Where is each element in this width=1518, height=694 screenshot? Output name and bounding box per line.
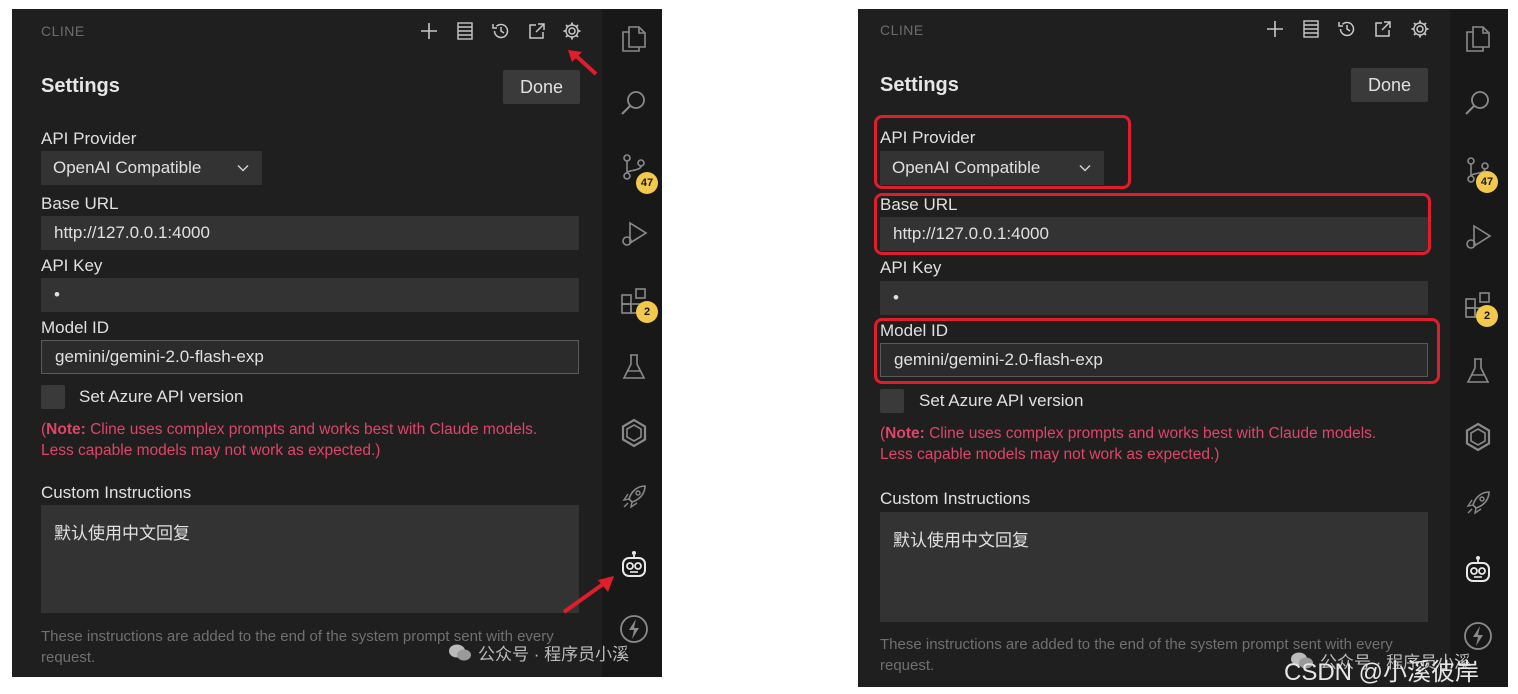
- annotation-arrow-icon: [568, 50, 598, 76]
- custom-instructions-textarea[interactable]: 默认使用中文回复: [880, 512, 1428, 622]
- wechat-icon: [449, 644, 471, 660]
- plus-icon[interactable]: [1264, 18, 1286, 40]
- run-debug-icon[interactable]: [1462, 221, 1494, 253]
- cline-title: CLINE: [880, 22, 924, 38]
- model-id-label: Model ID: [41, 318, 110, 337]
- cline-robot-icon[interactable]: [618, 549, 650, 581]
- search-icon[interactable]: [618, 87, 650, 119]
- activity-bar: 47 2: [1450, 9, 1508, 687]
- rocket-icon[interactable]: [1462, 487, 1494, 519]
- openai-icon[interactable]: [618, 417, 650, 449]
- highlight-api-provider: [874, 115, 1131, 189]
- cline-toolbar: CLINE: [858, 9, 1448, 53]
- api-key-input[interactable]: •: [880, 281, 1428, 315]
- cline-title: CLINE: [41, 23, 85, 39]
- history-icon[interactable]: [1336, 18, 1358, 40]
- chevron-down-icon: [237, 164, 249, 172]
- source-control-badge: 47: [1476, 171, 1498, 193]
- explorer-icon[interactable]: [618, 23, 650, 55]
- cline-toolbar: CLINE: [12, 9, 602, 53]
- api-key-label: API Key: [880, 258, 942, 277]
- search-icon[interactable]: [1462, 87, 1494, 119]
- note-text: (Note: Cline uses complex prompts and wo…: [41, 421, 538, 459]
- open-external-icon[interactable]: [1372, 18, 1394, 40]
- rocket-icon[interactable]: [618, 481, 650, 513]
- api-key-label: API Key: [41, 256, 103, 275]
- azure-api-label: Set Azure API version: [919, 391, 1084, 410]
- history-list-icon[interactable]: [454, 20, 476, 42]
- history-list-icon[interactable]: [1300, 18, 1322, 40]
- settings-title: Settings: [41, 75, 120, 97]
- openai-icon[interactable]: [1462, 421, 1494, 453]
- highlight-model-id: [874, 318, 1440, 384]
- azure-api-checkbox[interactable]: [41, 385, 65, 409]
- custom-instructions-label: Custom Instructions: [41, 483, 192, 502]
- model-id-input[interactable]: gemini/gemini-2.0-flash-exp: [41, 340, 579, 374]
- source-control-badge: 47: [636, 172, 658, 194]
- highlight-base-url: [874, 193, 1431, 255]
- watermark-left: 公众号 · 程序员小溪: [448, 640, 629, 665]
- settings-view: CLINE Settings Done API Provider OpenAI …: [12, 9, 602, 677]
- explorer-icon[interactable]: [1462, 23, 1494, 55]
- run-debug-icon[interactable]: [618, 218, 650, 250]
- done-button[interactable]: Done: [1351, 68, 1428, 102]
- azure-api-label: Set Azure API version: [79, 387, 244, 406]
- base-url-label: Base URL: [41, 194, 119, 213]
- api-provider-select[interactable]: OpenAI Compatible: [41, 151, 262, 185]
- azure-api-checkbox[interactable]: [880, 389, 904, 413]
- cline-robot-icon[interactable]: [1462, 554, 1494, 586]
- annotation-arrow-icon: [562, 576, 614, 614]
- gear-icon[interactable]: [1409, 18, 1431, 40]
- base-url-input[interactable]: http://127.0.0.1:4000: [41, 216, 579, 250]
- api-key-input[interactable]: •: [41, 278, 579, 312]
- custom-instructions-textarea[interactable]: 默认使用中文回复: [41, 505, 579, 613]
- testing-icon[interactable]: [618, 351, 650, 383]
- api-provider-value: OpenAI Compatible: [53, 158, 202, 177]
- api-provider-label: API Provider: [41, 129, 137, 148]
- testing-icon[interactable]: [1462, 355, 1494, 387]
- gear-icon[interactable]: [561, 20, 583, 42]
- custom-instructions-label: Custom Instructions: [880, 489, 1031, 508]
- note-text: (Note: Cline uses complex prompts and wo…: [880, 425, 1377, 463]
- extensions-badge: 2: [1476, 305, 1498, 327]
- history-icon[interactable]: [490, 20, 512, 42]
- watermark-right-csdn: CSDN @小溪彼岸: [1284, 659, 1480, 686]
- extensions-badge: 2: [636, 301, 658, 323]
- open-external-icon[interactable]: [526, 20, 548, 42]
- settings-title: Settings: [880, 74, 959, 96]
- plus-icon[interactable]: [418, 20, 440, 42]
